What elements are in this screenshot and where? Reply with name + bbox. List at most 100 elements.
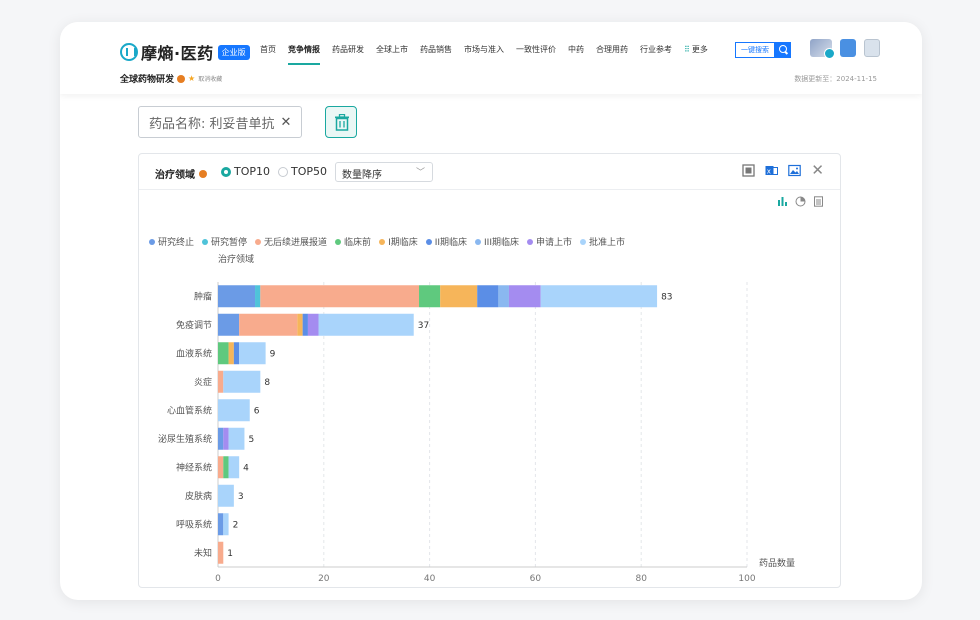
info-icon[interactable] (177, 74, 186, 83)
bar-segment[interactable] (223, 513, 229, 536)
nav-item-label: 更多 (691, 45, 708, 54)
star-icon[interactable]: ★ (188, 74, 195, 83)
bar-segment[interactable] (318, 313, 414, 336)
x-tick-label: 100 (738, 574, 755, 584)
nav-item-8[interactable]: 合理用药 (596, 44, 628, 65)
x-tick-label: 60 (530, 574, 542, 584)
bar-segment[interactable] (218, 399, 250, 422)
nav-item-label: 一致性评价 (516, 45, 556, 54)
document-icon[interactable] (840, 39, 856, 57)
page-title-text: 全球药物研发 (120, 75, 175, 85)
nav-item-6[interactable]: 一致性评价 (516, 44, 556, 65)
nav-item-7[interactable]: 中药 (568, 44, 584, 65)
nav-item-label: 全球上市 (376, 45, 408, 54)
nav-item-label: 中药 (568, 45, 584, 54)
nav-item-5[interactable]: 市场与准入 (464, 44, 504, 65)
bar-segment[interactable] (218, 342, 229, 365)
nav-item-4[interactable]: 药品销售 (420, 44, 452, 65)
bar-segment[interactable] (218, 313, 240, 336)
bar-segment[interactable] (218, 484, 234, 507)
total-label: 6 (254, 406, 260, 416)
nav-item-label: 药品研发 (332, 45, 364, 54)
quick-search-button[interactable]: 一键搜索 (735, 42, 791, 58)
stacked-bar-chart: 治疗领域 药品数量 肿瘤免疫调节血液系统炎症心血管系统泌尿生殖系统神经系统皮肤病… (158, 253, 795, 584)
bar-segment[interactable] (302, 313, 308, 336)
bar-segment[interactable] (223, 456, 229, 479)
x-tick-label: 80 (635, 574, 647, 584)
logo-icon (120, 43, 138, 61)
bar-segment[interactable] (540, 285, 658, 308)
edition-badge: 企业版 (217, 44, 250, 60)
category-label: 炎症 (194, 376, 212, 388)
category-labels: 肿瘤免疫调节血液系统炎症心血管系统泌尿生殖系统神经系统皮肤病呼吸系统未知 (158, 290, 212, 559)
unfavorite-link[interactable]: 取消收藏 (198, 74, 222, 83)
therapy-area-panel: 治疗领域 TOP10 TOP50 数量降序 ﹀ x ✕ 研究终止 研究暂停 无后… (138, 153, 841, 588)
bar-segment[interactable] (419, 285, 441, 308)
avatar[interactable] (864, 39, 880, 57)
x-axis-title: 药品数量 (759, 557, 795, 569)
close-icon[interactable]: ✕ (281, 115, 292, 130)
user-icons (810, 39, 880, 59)
nav-item-3[interactable]: 全球上市 (376, 44, 408, 65)
logo-text: 摩熵·医药 (141, 44, 214, 63)
bar-segment[interactable] (508, 285, 541, 308)
filter-tag-text: 药品名称: 利妥昔单抗 (149, 116, 275, 132)
x-tick-label: 40 (424, 574, 436, 584)
bar-segment[interactable] (233, 342, 240, 365)
trash-icon (335, 114, 349, 131)
bar-segment[interactable] (255, 285, 261, 308)
bar-segment[interactable] (477, 285, 499, 308)
chart-bars (218, 285, 658, 564)
nav-item-10[interactable]: ⠿ 更多 (684, 44, 708, 65)
page-title: 全球药物研发 ★ 取消收藏 (120, 72, 222, 85)
bar-segment[interactable] (297, 313, 303, 336)
x-tick-label: 0 (215, 574, 221, 584)
x-tick-label: 20 (318, 574, 330, 584)
bar-segment[interactable] (239, 313, 298, 336)
bar-segment[interactable] (260, 285, 420, 308)
category-label: 血液系统 (176, 347, 212, 359)
bar-segment[interactable] (228, 427, 245, 450)
bar-segment[interactable] (440, 285, 478, 308)
main-nav: 首页 竞争情报 药品研发 全球上市 药品销售 市场与准入 一致性评价 中药 合理用药 行业参考 ⠿ 更… (260, 44, 720, 65)
bar-segment[interactable] (307, 313, 319, 336)
search-icon[interactable] (775, 42, 791, 58)
brand-logo[interactable]: 摩熵·医药 企业版 (120, 40, 250, 64)
bar-segment[interactable] (223, 427, 229, 450)
top-navbar: 摩熵·医药 企业版 首页 竞争情报 药品研发 全球上市 药品销售 市场与准入 一致性评价 中药… (60, 22, 922, 94)
bar-segment[interactable] (228, 456, 240, 479)
nav-item-label: 药品销售 (420, 45, 452, 54)
total-label: 37 (418, 321, 429, 331)
bar-segment[interactable] (228, 342, 234, 365)
category-label: 皮肤病 (185, 490, 212, 502)
nav-item-2[interactable]: 药品研发 (332, 44, 364, 65)
category-label: 免疫调节 (176, 319, 212, 331)
bar-segment[interactable] (218, 456, 224, 479)
main-card: 摩熵·医药 企业版 首页 竞争情报 药品研发 全球上市 药品销售 市场与准入 一致性评价 中药… (60, 22, 922, 600)
bar-segment[interactable] (223, 370, 261, 393)
bar-segment[interactable] (218, 541, 224, 564)
category-label: 泌尿生殖系统 (158, 433, 212, 445)
more-grid-icon: ⠿ (684, 45, 690, 54)
bar-segment[interactable] (218, 513, 224, 536)
vip-icon[interactable] (810, 39, 835, 59)
nav-item-0[interactable]: 首页 (260, 44, 276, 65)
nav-item-9[interactable]: 行业参考 (640, 44, 672, 65)
total-label: 83 (661, 292, 672, 302)
category-label: 未知 (194, 547, 212, 559)
bar-segment[interactable] (218, 370, 224, 393)
bar-segment[interactable] (218, 427, 224, 450)
bar-segment[interactable] (218, 285, 256, 308)
bar-segment[interactable] (498, 285, 509, 308)
bar-segment[interactable] (239, 342, 266, 365)
total-label: 2 (233, 520, 239, 530)
clear-filters-button[interactable] (325, 106, 357, 138)
category-label: 神经系统 (176, 461, 212, 473)
nav-item-label: 首页 (260, 45, 276, 54)
category-label: 心血管系统 (167, 404, 212, 416)
nav-item-1[interactable]: 竞争情报 (288, 44, 320, 65)
filter-tag[interactable]: 药品名称: 利妥昔单抗 ✕ (138, 106, 303, 138)
total-label: 4 (243, 463, 249, 473)
nav-item-label: 竞争情报 (288, 45, 320, 54)
quick-search-label: 一键搜索 (735, 42, 775, 58)
